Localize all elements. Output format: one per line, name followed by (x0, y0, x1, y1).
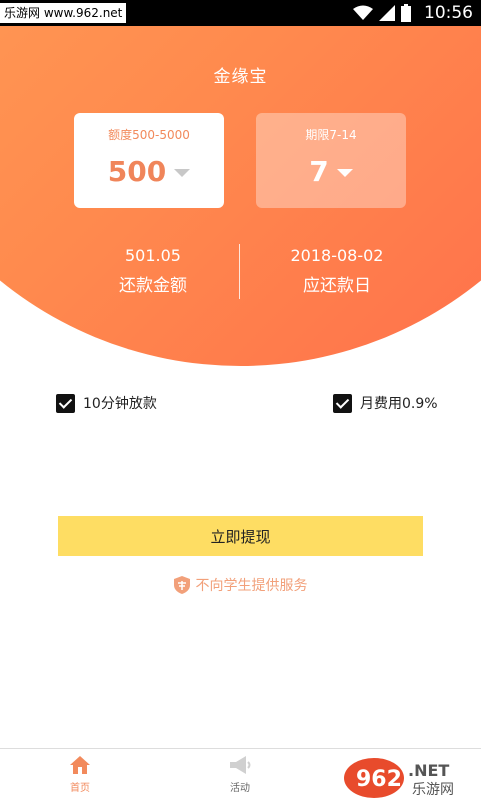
monthly-fee-label: 月费用0.9% (360, 396, 438, 412)
nav-item-home[interactable]: 首页 (40, 755, 120, 794)
wifi-icon (353, 5, 373, 20)
monthly-fee-option[interactable]: 月费用0.9% (333, 393, 438, 413)
watermark-logo: 962 .NET 乐游网 (344, 758, 454, 798)
battery-icon (401, 4, 411, 22)
repayment-date-label: 应还款日 (303, 276, 371, 296)
amount-value: 500 (107, 155, 167, 188)
repayment-amount-value: 501.05 (125, 246, 181, 265)
hero-section: 金缘宝 额度500-5000 500 期限7-14 7 501.05 还款金额 … (0, 26, 481, 366)
chevron-down-icon (174, 168, 191, 177)
status-icons (353, 4, 411, 22)
fast-loan-label: 10分钟放款 (83, 396, 157, 412)
period-selector-card[interactable]: 期限7-14 7 (256, 113, 406, 208)
repayment-date: 2018-08-02 应还款日 (237, 246, 437, 296)
repayment-date-value: 2018-08-02 (290, 246, 384, 265)
amount-selector-card[interactable]: 额度500-5000 500 (74, 113, 224, 208)
notice-text: 不向学生提供服务 (195, 578, 308, 594)
nav-activity-label: 活动 (230, 783, 250, 794)
student-notice: 不向学生提供服务 (0, 575, 481, 595)
nav-home-label: 首页 (70, 783, 90, 794)
status-bar: 乐游网 www.962.net 10:56 (0, 0, 481, 26)
repayment-amount-label: 还款金额 (119, 276, 187, 296)
fast-loan-option[interactable]: 10分钟放款 (56, 393, 157, 413)
period-value: 7 (309, 155, 329, 188)
megaphone-icon (230, 756, 251, 774)
svg-text:.NET: .NET (408, 761, 449, 780)
nav-item-activity[interactable]: 活动 (200, 755, 280, 794)
withdraw-button[interactable]: 立即提现 (58, 516, 423, 556)
signal-icon (379, 5, 395, 21)
amount-range-label: 额度500-5000 (108, 128, 190, 142)
status-time: 10:56 (424, 3, 473, 23)
home-icon (70, 756, 90, 774)
period-value-row[interactable]: 7 (256, 155, 406, 188)
monthly-fee-checkbox[interactable] (333, 393, 352, 413)
svg-text:962: 962 (356, 767, 402, 792)
repayment-amount: 501.05 还款金额 (53, 246, 253, 296)
status-watermark: 乐游网 www.962.net (0, 3, 127, 23)
shield-icon (173, 576, 190, 594)
period-range-label: 期限7-14 (305, 128, 357, 142)
page-title: 金缘宝 (213, 67, 268, 87)
fast-loan-checkbox[interactable] (56, 393, 75, 413)
amount-value-row[interactable]: 500 (74, 155, 224, 188)
svg-text:乐游网: 乐游网 (412, 782, 454, 798)
chevron-down-icon (336, 168, 353, 177)
